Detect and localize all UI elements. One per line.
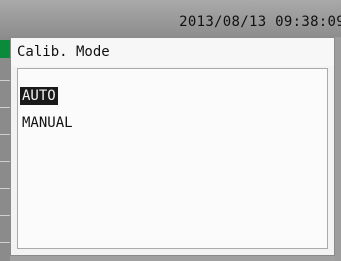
option-auto[interactable]: AUTO: [20, 87, 58, 105]
active-menu-indicator: [0, 40, 10, 58]
right-edge-panel: [335, 37, 341, 261]
option-manual[interactable]: MANUAL: [20, 114, 75, 132]
menu-divider: [0, 188, 10, 189]
calibration-screen: 2013/08/13 09:38:09 Calib. Mode AUTO MAN…: [0, 0, 341, 261]
dialog-title: Calib. Mode: [11, 38, 334, 66]
menu-divider: [0, 215, 10, 216]
side-menu-strip: [0, 37, 10, 261]
menu-divider: [0, 242, 10, 243]
menu-divider: [0, 80, 10, 81]
calib-mode-dialog: Calib. Mode AUTO MANUAL: [10, 37, 335, 256]
datetime-display: 2013/08/13 09:38:09: [179, 14, 341, 30]
menu-divider: [0, 161, 10, 162]
menu-divider: [0, 107, 10, 108]
status-bar: 2013/08/13 09:38:09: [0, 0, 341, 37]
menu-divider: [0, 134, 10, 135]
option-list: AUTO MANUAL: [17, 68, 328, 249]
